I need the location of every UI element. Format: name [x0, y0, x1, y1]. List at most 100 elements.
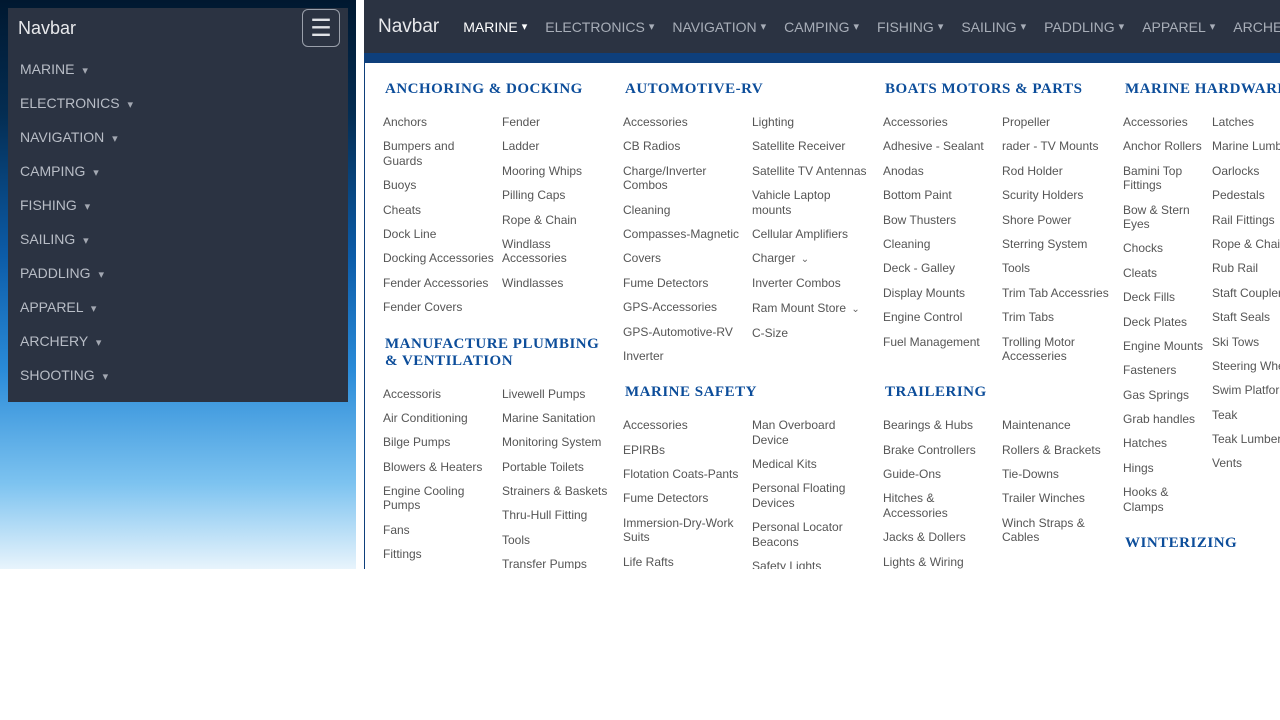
- mega-link[interactable]: Buoys: [383, 173, 494, 197]
- left-nav-item-fishing[interactable]: FISHING ▾: [8, 188, 348, 222]
- mega-link[interactable]: Adhesive - Sealant: [883, 134, 994, 158]
- top-nav-item-sailing[interactable]: SAILING ▾: [961, 19, 1026, 35]
- mega-link[interactable]: Fender: [502, 110, 613, 134]
- mega-link[interactable]: Winch Straps & Cables: [1002, 511, 1113, 550]
- mega-link[interactable]: Lighting: [752, 110, 873, 134]
- mega-link[interactable]: Cellular Amplifiers: [752, 222, 873, 246]
- mega-link[interactable]: Fasteners: [1123, 358, 1204, 382]
- mega-link[interactable]: Monitoring System: [502, 430, 613, 454]
- top-nav-item-camping[interactable]: CAMPING ▾: [784, 19, 859, 35]
- mega-link[interactable]: Life Rafts: [623, 550, 744, 569]
- mega-link[interactable]: Ladder: [502, 134, 613, 158]
- mega-link[interactable]: Trim Tabs: [1002, 305, 1113, 329]
- top-nav-item-paddling[interactable]: PADDLING ▾: [1044, 19, 1124, 35]
- mega-link[interactable]: Vents: [1212, 451, 1280, 475]
- mega-link[interactable]: Docking Accessories: [383, 246, 494, 270]
- mega-link[interactable]: Rollers & Brackets: [1002, 438, 1113, 462]
- mega-link[interactable]: Lights & Wiring: [883, 550, 994, 569]
- mega-link[interactable]: Accessories: [623, 413, 744, 437]
- top-brand[interactable]: Navbar: [378, 16, 439, 38]
- mega-link[interactable]: Deck - Galley: [883, 256, 994, 280]
- mega-link[interactable]: Teak Lumber: [1212, 427, 1280, 451]
- mega-link[interactable]: Maintenance: [1002, 413, 1113, 437]
- mega-link[interactable]: Cleaning: [623, 198, 744, 222]
- mega-link[interactable]: Medical Kits: [752, 452, 873, 476]
- left-nav-item-electronics[interactable]: ELECTRONICS ▾: [8, 86, 348, 120]
- mega-link[interactable]: Air Conditioning: [383, 406, 494, 430]
- mega-link[interactable]: Fume Detectors: [623, 271, 744, 295]
- mega-link[interactable]: Guide-Ons: [883, 462, 994, 486]
- mega-link[interactable]: Thru-Hull Fitting: [502, 503, 613, 527]
- mega-link[interactable]: Rub Rail: [1212, 256, 1280, 280]
- left-nav-item-archery[interactable]: ARCHERY ▾: [8, 324, 348, 358]
- mega-link[interactable]: Gas Springs: [1123, 383, 1204, 407]
- mega-link[interactable]: Safety Lights: [752, 554, 873, 569]
- mega-link[interactable]: Accessories: [623, 110, 744, 134]
- mega-link[interactable]: Fans: [383, 518, 494, 542]
- mega-link[interactable]: Engine Control: [883, 305, 994, 329]
- mega-link[interactable]: Shore Power: [1002, 208, 1113, 232]
- mega-link[interactable]: Propeller: [1002, 110, 1113, 134]
- mega-heading[interactable]: TRAILERING: [885, 384, 1113, 401]
- mega-link[interactable]: Fender Accessories: [383, 271, 494, 295]
- mega-link[interactable]: Oarlocks: [1212, 159, 1280, 183]
- mega-heading[interactable]: ANCHORING & DOCKING: [385, 81, 613, 98]
- mega-link[interactable]: Teak: [1212, 403, 1280, 427]
- mega-link[interactable]: Windlasses: [502, 271, 613, 295]
- mega-link[interactable]: Staft Couplers: [1212, 281, 1280, 305]
- mega-link[interactable]: Accessories: [883, 110, 994, 134]
- mega-link[interactable]: Engine Mounts: [1123, 334, 1204, 358]
- mega-link[interactable]: Tools: [1002, 256, 1113, 280]
- top-nav-item-apparel[interactable]: APPAREL ▾: [1142, 19, 1215, 35]
- mega-link[interactable]: Rod Holder: [1002, 159, 1113, 183]
- mega-link[interactable]: Inverter Combos: [752, 271, 873, 295]
- mega-link[interactable]: rader - TV Mounts: [1002, 134, 1113, 158]
- mega-link[interactable]: Windlass Accessories: [502, 232, 613, 271]
- mega-link[interactable]: Scurity Holders: [1002, 183, 1113, 207]
- mega-link[interactable]: Hings: [1123, 456, 1204, 480]
- top-nav-item-navigation[interactable]: NAVIGATION ▾: [672, 19, 766, 35]
- mega-link[interactable]: GPS-Automotive-RV: [623, 320, 744, 344]
- left-brand[interactable]: Navbar: [18, 18, 76, 39]
- left-nav-item-shooting[interactable]: SHOOTING ▾: [8, 358, 348, 392]
- mega-link[interactable]: Engine Cooling Pumps: [383, 479, 494, 518]
- mega-heading[interactable]: MANUFACTURE PLUMBING & VENTILATION: [385, 336, 613, 370]
- mega-link[interactable]: Hatches: [1123, 431, 1204, 455]
- mega-link[interactable]: Winter Covers: [1212, 564, 1280, 569]
- top-nav-item-fishing[interactable]: FISHING ▾: [877, 19, 943, 35]
- mega-link[interactable]: Pilling Caps: [502, 183, 613, 207]
- mega-link[interactable]: Display Mounts: [883, 281, 994, 305]
- mega-link[interactable]: Hot Water Heaters: [383, 567, 494, 569]
- mega-link[interactable]: Charger ⌄: [752, 246, 873, 271]
- mega-link[interactable]: Tools: [502, 528, 613, 552]
- mega-link[interactable]: Fuel Management: [883, 330, 994, 354]
- mega-link[interactable]: Anchor Rollers: [1123, 134, 1204, 158]
- mega-link[interactable]: Man Overboard Device: [752, 413, 873, 452]
- mega-link[interactable]: Personal Floating Devices: [752, 476, 873, 515]
- mega-link[interactable]: Sterring System: [1002, 232, 1113, 256]
- mega-link[interactable]: Fender Covers: [383, 295, 494, 319]
- mega-link[interactable]: Battery Management: [1123, 564, 1204, 569]
- top-nav-item-marine[interactable]: MARINE ▾: [463, 19, 527, 35]
- mega-link[interactable]: Bearings & Hubs: [883, 413, 994, 437]
- mega-link[interactable]: Immersion-Dry-Work Suits: [623, 511, 744, 550]
- mega-link[interactable]: Personal Locator Beacons: [752, 515, 873, 554]
- mega-link[interactable]: Bottom Paint: [883, 183, 994, 207]
- mega-link[interactable]: Ram Mount Store ⌄: [752, 296, 873, 321]
- mega-link[interactable]: Pedestals: [1212, 183, 1280, 207]
- mega-link[interactable]: Bilge Pumps: [383, 430, 494, 454]
- mega-link[interactable]: Trolling Motor Accesseries: [1002, 330, 1113, 369]
- mega-heading[interactable]: MARINE SAFETY: [625, 384, 873, 401]
- top-nav-item-archery[interactable]: ARCHERY ▾: [1233, 19, 1280, 35]
- mega-link[interactable]: Ski Tows: [1212, 330, 1280, 354]
- mega-link[interactable]: Satellite Receiver: [752, 134, 873, 158]
- mega-link[interactable]: Fume Detectors: [623, 486, 744, 510]
- mega-link[interactable]: Latches: [1212, 110, 1280, 134]
- mega-link[interactable]: Transfer Pumps: [502, 552, 613, 569]
- mega-link[interactable]: Vahicle Laptop mounts: [752, 183, 873, 222]
- mega-link[interactable]: Staft Seals: [1212, 305, 1280, 329]
- mega-link[interactable]: Anodas: [883, 159, 994, 183]
- mega-link[interactable]: Chocks: [1123, 236, 1204, 260]
- mega-link[interactable]: Flotation Coats-Pants: [623, 462, 744, 486]
- mega-link[interactable]: Steering Whe: [1212, 354, 1280, 378]
